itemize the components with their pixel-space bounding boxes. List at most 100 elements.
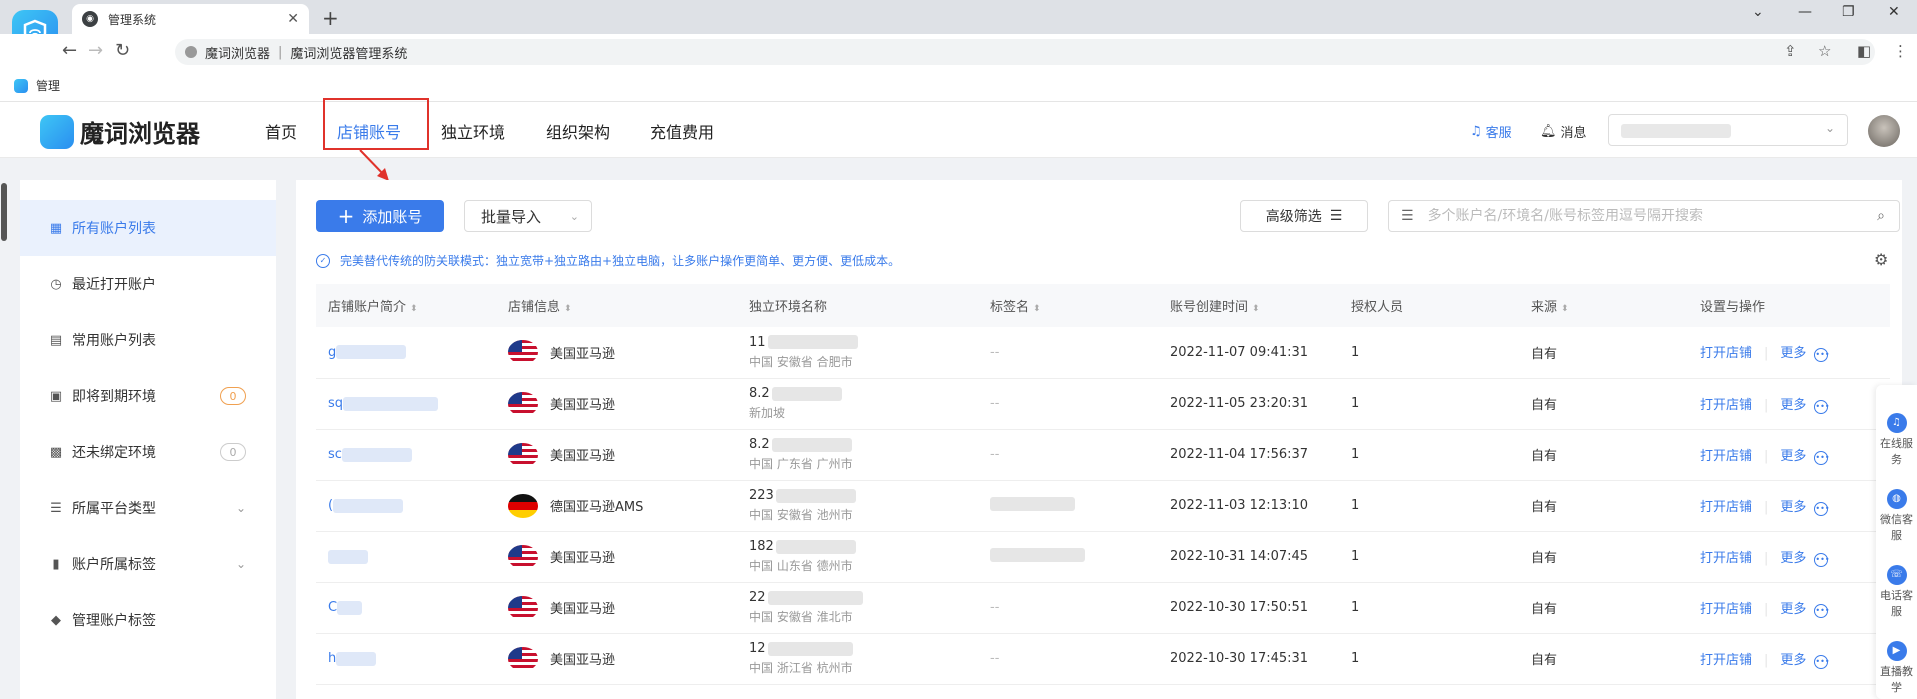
ellipsis-icon[interactable]: •••	[1814, 501, 1830, 516]
tab-search-icon[interactable]: ⌄	[1752, 4, 1764, 20]
open-store-button[interactable]: 打开店铺	[1700, 653, 1752, 668]
sidebar-item-all-accounts[interactable]: ▦ 所有账户列表	[20, 200, 276, 256]
site-info-icon[interactable]	[185, 46, 197, 58]
service-label: 微信客服	[1880, 513, 1913, 542]
more-button[interactable]: 更多	[1780, 346, 1806, 361]
sidebar-item-platform[interactable]: ☰ 所属平台类型 ⌄	[20, 480, 276, 536]
env-name: 11	[749, 334, 766, 350]
account-name[interactable]: C	[328, 600, 496, 615]
nav-recharge[interactable]: 充值费用	[650, 103, 714, 158]
created-time: 2022-11-05 23:20:31	[1158, 378, 1339, 430]
back-icon[interactable]: ←	[62, 40, 77, 61]
forward-icon[interactable]: →	[88, 40, 103, 61]
logo[interactable]: 魔词浏览器	[40, 114, 200, 149]
messages-link[interactable]: 🔔︎ 消息	[1540, 122, 1587, 141]
created-time: 2022-11-03 12:13:10	[1158, 480, 1339, 532]
open-store-button[interactable]: 打开店铺	[1700, 602, 1752, 617]
more-button[interactable]: 更多	[1780, 602, 1806, 617]
sidebar-item-unbound[interactable]: ▩ 还未绑定环境 0	[20, 424, 276, 480]
search-box[interactable]: ☰ ⌕	[1388, 200, 1900, 232]
ellipsis-icon[interactable]: •••	[1814, 450, 1830, 465]
annotation-arrow-icon	[359, 149, 389, 181]
add-account-button[interactable]: + 添加账号	[316, 200, 444, 232]
authorized-users: 1	[1339, 633, 1519, 685]
bookmark-star-icon[interactable]: ☆	[1818, 42, 1831, 60]
account-name[interactable]: h	[328, 651, 496, 666]
account-name[interactable]: sc	[328, 447, 496, 462]
sidebar-item-manage-tags[interactable]: ◆ 管理账户标签	[20, 592, 276, 648]
account-select[interactable]: ⌄	[1608, 114, 1848, 146]
avatar[interactable]	[1868, 115, 1900, 147]
window-close-icon[interactable]: ✕	[1888, 4, 1900, 20]
bookmark-bar: 管理	[0, 70, 1917, 102]
gear-icon[interactable]: ⚙	[1874, 250, 1888, 269]
reload-icon[interactable]: ↻	[115, 40, 130, 61]
account-name[interactable]: (	[328, 498, 496, 513]
bulk-import-select[interactable]: 批量导入 ⌄	[464, 200, 592, 232]
source: 自有	[1519, 429, 1700, 481]
table-row: sc 美国亚马逊 8.2 中国 广东省 广州市 -- 2022-11-04 17:…	[316, 429, 1890, 481]
env-name: 182	[749, 539, 774, 554]
nav-organization[interactable]: 组织架构	[546, 103, 610, 158]
menu-icon[interactable]: ⋮	[1893, 42, 1908, 60]
open-store-button[interactable]: 打开店铺	[1700, 346, 1752, 361]
open-store-button[interactable]: 打开店铺	[1700, 398, 1752, 413]
new-tab-icon[interactable]: +	[322, 6, 339, 30]
restore-icon[interactable]: ❐	[1842, 4, 1855, 20]
search-input[interactable]	[1427, 208, 1878, 224]
authorized-users: 1	[1339, 480, 1519, 532]
sidepanel-icon[interactable]: ◧	[1857, 42, 1871, 60]
phone-service-button[interactable]: ☏ 电话客服	[1876, 565, 1917, 619]
app-header: 魔词浏览器 首页 店铺账号 独立环境 组织架构 充值费用 ♫ 客服 🔔︎ 消息 …	[0, 103, 1917, 158]
sidebar-item-frequent[interactable]: ▤ 常用账户列表	[20, 312, 276, 368]
account-name[interactable]	[328, 549, 496, 564]
open-store-button[interactable]: 打开店铺	[1700, 500, 1752, 515]
browser-tab[interactable]: ◉ 管理系统 ✕	[72, 4, 309, 34]
chevron-down-icon: ⌄	[235, 557, 246, 571]
open-store-button[interactable]: 打开店铺	[1700, 551, 1752, 566]
account-name[interactable]: g	[328, 345, 496, 360]
us-flag-icon	[508, 391, 538, 416]
minimize-icon[interactable]: —	[1798, 4, 1812, 20]
more-button[interactable]: 更多	[1780, 500, 1806, 515]
wechat-service-button[interactable]: ◍ 微信客服	[1876, 489, 1917, 543]
live-tutorial-button[interactable]: ▶ 直播教学	[1876, 641, 1917, 695]
bookmark-item[interactable]: 管理	[36, 77, 60, 94]
open-store-button[interactable]: 打开店铺	[1700, 449, 1752, 464]
online-service-button[interactable]: ♫ 在线服务	[1876, 413, 1917, 467]
address-bar[interactable]: 魔词浏览器 | 魔词浏览器管理系统	[175, 39, 1875, 65]
ellipsis-icon[interactable]: •••	[1814, 654, 1830, 669]
share-icon[interactable]: ⇪	[1784, 42, 1797, 60]
ellipsis-icon[interactable]: •••	[1814, 348, 1830, 363]
search-icon[interactable]: ⌕	[1877, 208, 1885, 224]
more-button[interactable]: 更多	[1780, 449, 1806, 464]
column-header[interactable]: 标签名 ⬍	[978, 284, 1158, 327]
column-header[interactable]: 账号创建时间 ⬍	[1158, 284, 1339, 327]
more-button[interactable]: 更多	[1780, 551, 1806, 566]
sidebar-item-expiring[interactable]: ▣ 即将到期环境 0	[20, 368, 276, 424]
ellipsis-icon[interactable]: •••	[1814, 603, 1830, 618]
env-name: 8.2	[749, 386, 770, 401]
service-label: 直播教学	[1880, 665, 1913, 694]
env-location: 中国 安徽省 淮北市	[749, 610, 853, 624]
account-name[interactable]: sq	[328, 396, 496, 411]
close-tab-icon[interactable]: ✕	[287, 11, 299, 27]
column-header[interactable]: 来源 ⬍	[1519, 284, 1700, 327]
sidebar: ▦ 所有账户列表 ◷ 最近打开账户 ▤ 常用账户列表 ▣ 即将到期环境 0 ▩ …	[20, 180, 276, 699]
column-header[interactable]: 店铺信息 ⬍	[496, 284, 737, 327]
source: 自有	[1519, 531, 1700, 583]
support-link[interactable]: ♫ 客服	[1470, 122, 1512, 141]
add-account-label: 添加账号	[362, 207, 423, 226]
nav-environments[interactable]: 独立环境	[441, 103, 505, 158]
advanced-filter-button[interactable]: 高级筛选 ☰	[1240, 200, 1368, 232]
more-button[interactable]: 更多	[1780, 653, 1806, 668]
left-scrollbar[interactable]	[1, 183, 7, 241]
more-button[interactable]: 更多	[1780, 398, 1806, 413]
ellipsis-icon[interactable]: •••	[1814, 399, 1830, 414]
sidebar-item-tags[interactable]: ▮ 账户所属标签 ⌄	[20, 536, 276, 592]
sidebar-item-recent[interactable]: ◷ 最近打开账户	[20, 256, 276, 312]
nav-home[interactable]: 首页	[265, 103, 297, 158]
ellipsis-icon[interactable]: •••	[1814, 552, 1830, 567]
table-row: h 美国亚马逊 12 中国 浙江省 杭州市 -- 2022-10-30 17:45…	[316, 633, 1890, 685]
column-header[interactable]: 店铺账户简介 ⬍	[316, 284, 496, 327]
